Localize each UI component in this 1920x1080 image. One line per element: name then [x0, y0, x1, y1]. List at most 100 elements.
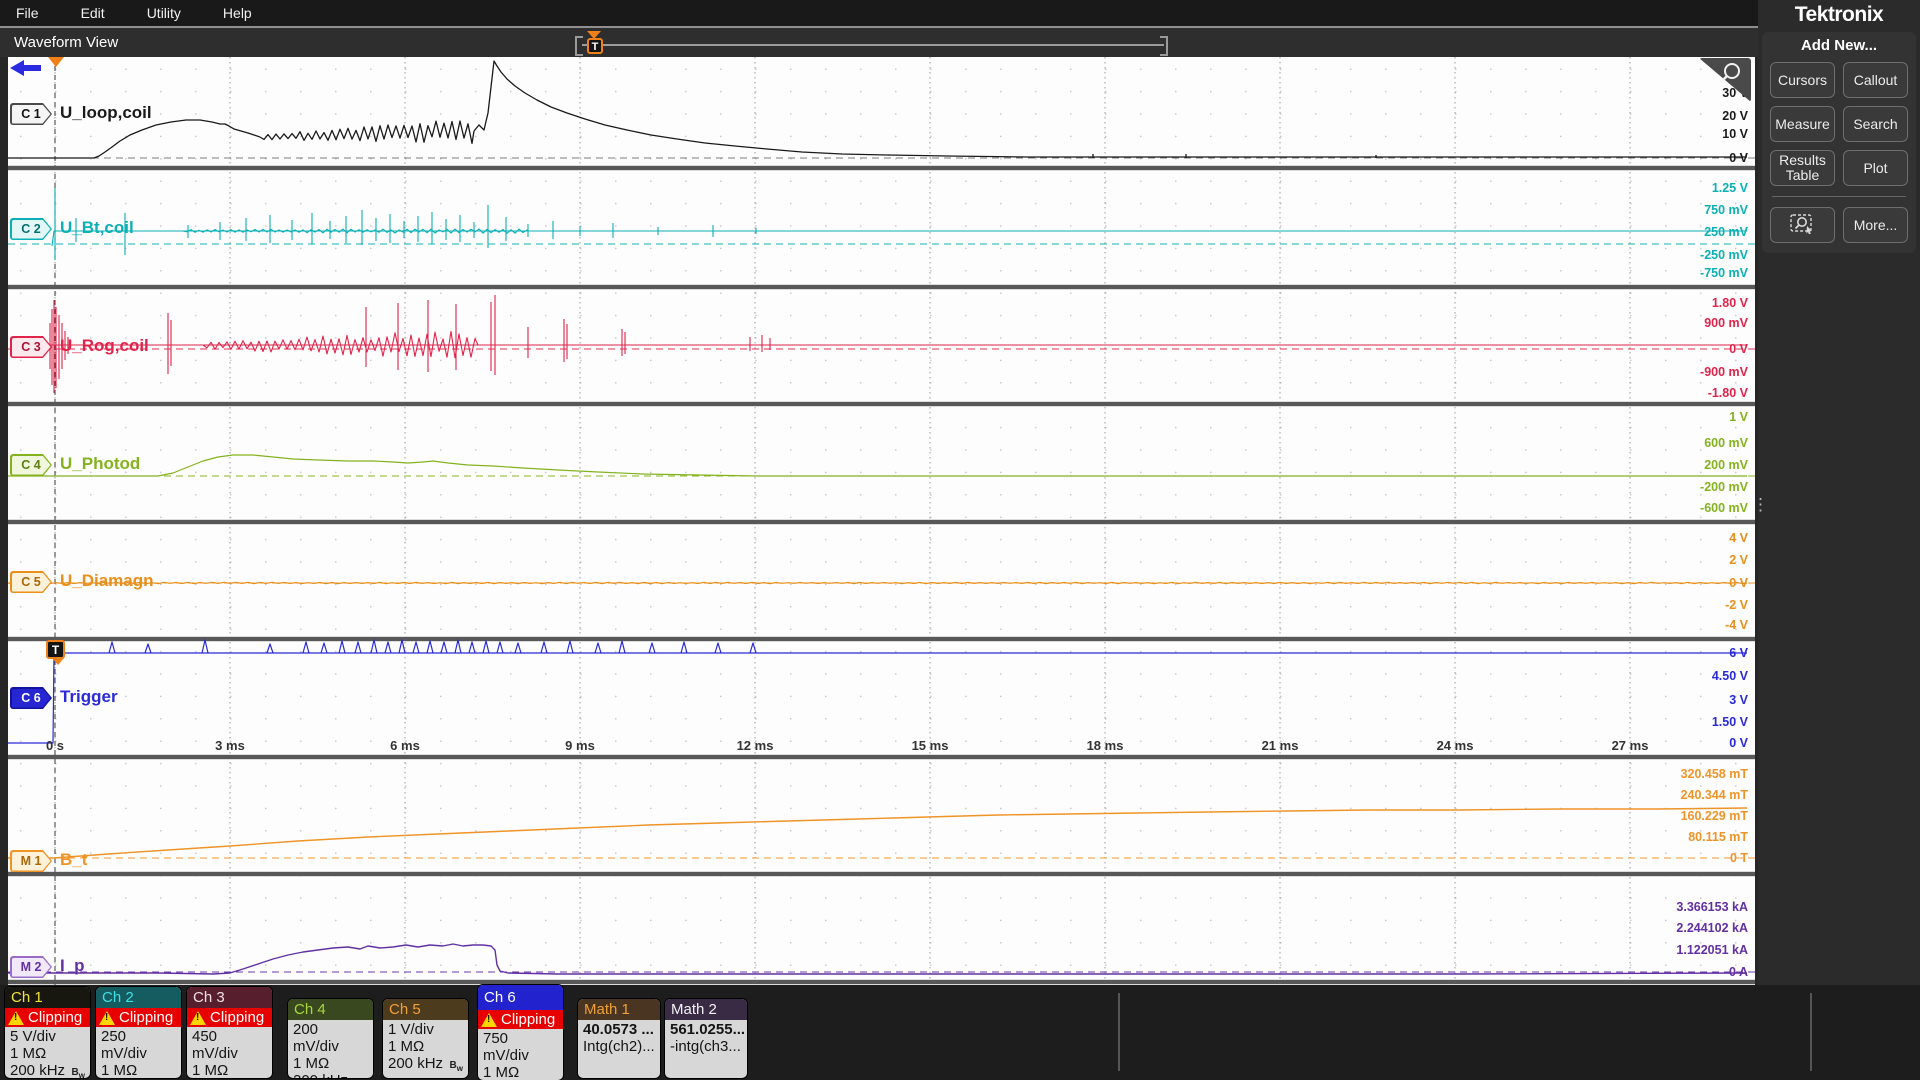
badge-ch5-title: Ch 5 — [383, 999, 468, 1020]
channel-badge-label: C 1 — [12, 105, 51, 124]
scale-label-c2: 750 mV — [1704, 203, 1748, 217]
badge-ch4[interactable]: Ch 4 200 mV/div1 MΩ200 kHz Bw — [288, 999, 373, 1078]
scale-label-c4: 200 mV — [1704, 458, 1748, 472]
badge-ch2-title: Ch 2 — [96, 987, 181, 1008]
oscilloscope-app: File Edit Utility Help Waveform View T T… — [0, 0, 1920, 1080]
channel-badge-c5[interactable]: C 5 — [10, 571, 52, 593]
badge-ch1-scale: 5 V/div — [10, 1028, 56, 1045]
scale-label-m1: 320.458 mT — [1680, 767, 1748, 781]
trigger-point-flag-icon[interactable]: T — [46, 640, 65, 665]
warning-icon — [481, 1012, 497, 1027]
menu-edit[interactable]: Edit — [60, 5, 126, 21]
time-axis-label: 3 ms — [215, 738, 245, 753]
badge-ch4-impedance: 1 MΩ — [293, 1055, 330, 1072]
channel-name-m2: I_p — [60, 956, 85, 975]
badge-ch4-bandwidth: 200 kHz — [293, 1072, 348, 1078]
view-title: Waveform View — [14, 34, 119, 51]
status-divider — [1810, 993, 1812, 1071]
badge-math2-expr: -intg(ch3... — [670, 1038, 741, 1055]
badge-ch1[interactable]: Ch 1 Clipping 5 V/div1 MΩ200 kHz Bw — [5, 987, 90, 1078]
time-axis-label: 6 ms — [390, 738, 420, 753]
channel-badge-label: C 2 — [12, 220, 51, 239]
badge-ch3[interactable]: Ch 3 Clipping 450 mV/div1 MΩ200 kHzBw — [187, 987, 272, 1078]
time-axis-label: 24 ms — [1436, 738, 1474, 753]
channel-name-c6: Trigger — [60, 687, 118, 706]
scale-label-c3: -900 mV — [1700, 365, 1748, 379]
badge-ch2-impedance: 1 MΩ — [101, 1062, 138, 1078]
channel-badge-label: M 2 — [12, 958, 51, 977]
scale-label-c1: 20 V — [1722, 109, 1748, 123]
title-bar: Waveform View T — [0, 26, 1758, 57]
cursors-button[interactable]: Cursors — [1770, 62, 1835, 98]
scale-label-m2: 3.366153 kA — [1676, 900, 1748, 914]
badge-ch5[interactable]: Ch 5 1 V/div 1 MΩ 200 kHz Bw — [383, 999, 468, 1078]
badge-ch6-scale: 750 mV/div — [483, 1030, 529, 1064]
time-axis-label: 9 ms — [565, 738, 595, 753]
badge-ch5-scale: 1 V/div — [388, 1021, 434, 1038]
trigger-position-flag-icon[interactable]: T — [587, 38, 603, 54]
trigger-level-arrow-icon[interactable] — [8, 57, 42, 79]
channel-badge-c3[interactable]: C 3 — [10, 336, 52, 358]
warning-icon — [190, 1010, 206, 1025]
time-axis-label: 27 ms — [1611, 738, 1649, 753]
channel-badge-c6[interactable]: C 6 — [10, 687, 52, 709]
scale-label-m1: 80.115 mT — [1688, 830, 1748, 844]
trigger-time-marker-icon — [48, 57, 64, 67]
scale-label-m2: 0 A — [1729, 965, 1748, 979]
scale-label-c1: 10 V — [1722, 127, 1748, 141]
settings-bar: Ch 1 Clipping 5 V/div1 MΩ200 kHzBw Ch 2 … — [0, 985, 1920, 1080]
bandwidth-limit-icon: Bw — [71, 1067, 85, 1078]
scale-label-c2: 1.25 V — [1711, 181, 1748, 195]
badge-ch5-bandwidth: 200 kHz — [388, 1055, 444, 1072]
warning-icon — [8, 1010, 24, 1025]
tektronix-logo: Tektronix — [1794, 3, 1884, 26]
channel-badge-c2[interactable]: C 2 — [10, 218, 52, 240]
scale-label-c5: 2 V — [1729, 553, 1748, 567]
scale-label-c6: 6 V — [1729, 646, 1748, 660]
channel-name-c1: U_loop,coil — [60, 103, 152, 122]
badge-ch2-clipping: Clipping — [96, 1008, 181, 1027]
measure-button[interactable]: Measure — [1770, 106, 1835, 142]
badge-ch3-scale: 450 mV/div — [192, 1028, 238, 1062]
badge-math2[interactable]: Math 2 561.0255... -intg(ch3... — [665, 999, 747, 1078]
badge-ch1-title: Ch 1 — [5, 987, 90, 1008]
badge-ch1-bandwidth: 200 kHz — [10, 1062, 66, 1078]
channel-badge-c1[interactable]: C 1 — [10, 103, 52, 125]
search-button[interactable]: Search — [1843, 106, 1908, 142]
badge-math2-value: 561.0255... — [670, 1021, 746, 1038]
menu-help[interactable]: Help — [202, 5, 273, 21]
badge-ch2[interactable]: Ch 2 Clipping 250 mV/div1 MΩ200 kHzBw — [96, 987, 181, 1078]
scale-label-c3: 900 mV — [1704, 316, 1748, 330]
channel-badge-label: C 4 — [12, 456, 51, 475]
channel-badge-label: M 1 — [12, 852, 51, 871]
add-new-header: Add New... — [1800, 37, 1878, 54]
more-button[interactable]: More... — [1843, 207, 1908, 243]
plot-button[interactable]: Plot — [1843, 150, 1908, 186]
sidebar-divider — [1772, 196, 1906, 197]
scale-label-c5: -4 V — [1725, 618, 1748, 632]
badge-ch6-selected[interactable]: Ch 6 Clipping 750 mV/div1 MΩ200 kHzBw — [478, 985, 563, 1080]
badge-math1[interactable]: Math 1 40.0573 ... Intg(ch2)... — [578, 999, 660, 1078]
scale-label-c5: 0 V — [1729, 576, 1748, 590]
waveform-plot[interactable]: C 1 U_loop,coil 30 V 20 V 10 V0 VC 2 U_Bt,coi… — [8, 57, 1755, 985]
bandwidth-limit-icon: Bw — [355, 1074, 368, 1078]
scale-label-c4: 600 mV — [1704, 436, 1748, 450]
scale-label-c2: 250 mV — [1704, 225, 1748, 239]
channel-badge-c4[interactable]: C 4 — [10, 454, 52, 476]
menu-file[interactable]: File — [0, 5, 60, 21]
scale-label-c3: 1.80 V — [1711, 296, 1748, 310]
zoom-select-button[interactable] — [1770, 207, 1835, 243]
record-view-track[interactable] — [582, 44, 1164, 46]
channel-badge-label: C 3 — [12, 338, 51, 357]
scale-label-m1: 160.229 mT — [1680, 809, 1748, 823]
record-view-left-bracket — [575, 36, 583, 56]
menu-utility[interactable]: Utility — [126, 5, 202, 21]
channel-badge-m2[interactable]: M 2 — [10, 956, 52, 978]
channel-badge-label: C 6 — [12, 689, 51, 708]
badge-ch3-title: Ch 3 — [187, 987, 272, 1008]
channel-badge-m1[interactable]: M 1 — [10, 850, 52, 872]
scale-label-m1: 0 T — [1729, 851, 1748, 865]
results-table-button[interactable]: Results Table — [1770, 150, 1835, 186]
scale-label-c1: 0 V — [1729, 151, 1748, 165]
callout-button[interactable]: Callout — [1843, 62, 1908, 98]
